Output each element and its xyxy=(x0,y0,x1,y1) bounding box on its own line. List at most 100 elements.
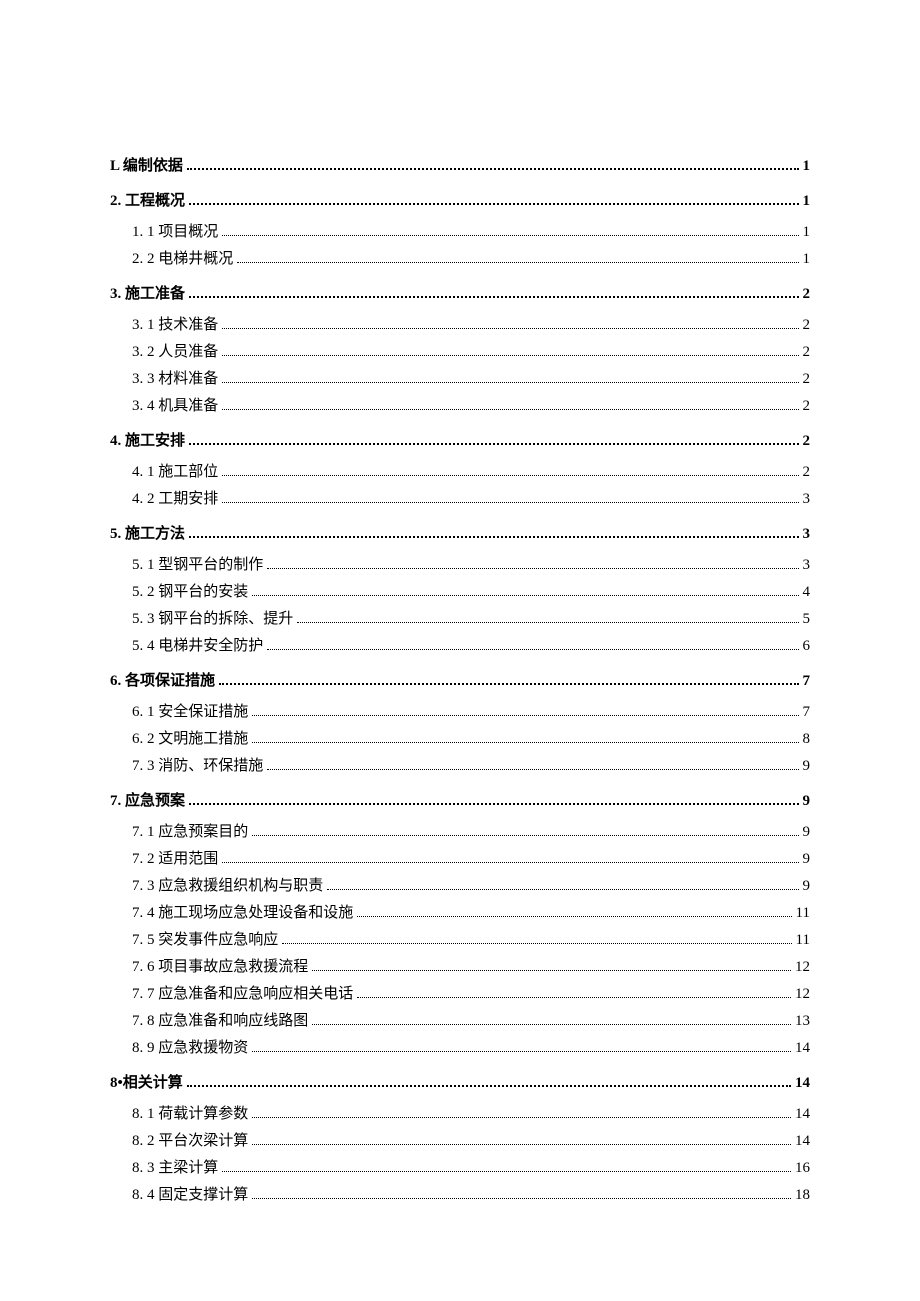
toc-section: 4. 施工安排 2 4. 1 施工部位2 4. 2 工期安排3 xyxy=(110,429,810,508)
toc-leader-dots xyxy=(252,595,798,596)
toc-entry-page: 9 xyxy=(803,824,811,841)
toc-section: 6. 各项保证措施 7 6. 1 安全保证措施7 6. 2 文明施工措施8 7. 3 消… xyxy=(110,669,810,775)
toc-entry-level2[interactable]: 5. 1 型钢平台的制作3 xyxy=(110,553,810,574)
toc-leader-dots xyxy=(357,997,791,998)
toc-entry-page: 9 xyxy=(803,878,811,895)
toc-entry-label: 3. 1 技术准备 xyxy=(132,313,218,334)
toc-entry-label: 5. 2 钢平台的安装 xyxy=(132,580,248,601)
toc-entry-page: 3 xyxy=(803,557,811,574)
toc-entry-page: 2 xyxy=(803,433,811,450)
toc-entry-label: 7. 7 应急准备和应急响应相关电话 xyxy=(132,982,353,1003)
toc-entry-level2[interactable]: 7. 7 应急准备和应急响应相关电话 12 xyxy=(110,982,810,1003)
toc-entry-level2[interactable]: 7. 6 项目事故应急救援流程 12 xyxy=(110,955,810,976)
toc-entry-level2[interactable]: 4. 1 施工部位2 xyxy=(110,460,810,481)
toc-entry-page: 12 xyxy=(795,959,810,976)
toc-entry-label: 4. 施工安排 xyxy=(110,429,185,450)
toc-entry-level2[interactable]: 5. 4 电梯井安全防护6 xyxy=(110,634,810,655)
toc-entry-level1[interactable]: L 编制依据1 xyxy=(110,154,810,175)
toc-entry-label: 7. 4 施工现场应急处理设备和设施 xyxy=(132,901,353,922)
toc-entry-label: 4. 1 施工部位 xyxy=(132,460,218,481)
toc-entry-level2[interactable]: 7. 1 应急预案目的9 xyxy=(110,820,810,841)
toc-entry-page: 18 xyxy=(795,1187,810,1204)
toc-entry-level2[interactable]: 8. 9 应急救援物资14 xyxy=(110,1036,810,1057)
toc-entry-level2[interactable]: 6. 1 安全保证措施7 xyxy=(110,700,810,721)
toc-entry-page: 6 xyxy=(803,638,811,655)
toc-leader-dots xyxy=(327,889,798,890)
toc-entry-label: 4. 2 工期安排 xyxy=(132,487,218,508)
toc-entry-level2[interactable]: 5. 3 钢平台的拆除、提升5 xyxy=(110,607,810,628)
toc-entry-level2[interactable]: 3. 1 技术准备 2 xyxy=(110,313,810,334)
toc-leader-dots xyxy=(252,1051,791,1052)
toc-entry-level2[interactable]: 7. 8 应急准备和响应线路图13 xyxy=(110,1009,810,1030)
toc-entry-level1[interactable]: 6. 各项保证措施 7 xyxy=(110,669,810,690)
toc-entry-level2[interactable]: 5. 2 钢平台的安装 4 xyxy=(110,580,810,601)
toc-entry-level2[interactable]: 7. 2 适用范围9 xyxy=(110,847,810,868)
toc-entry-label: 2. 2 电梯井概况 xyxy=(132,247,233,268)
toc-entry-page: 11 xyxy=(796,905,810,922)
toc-entry-page: 7 xyxy=(803,673,811,690)
toc-entry-level2[interactable]: 8. 4 固定支撑计算18 xyxy=(110,1183,810,1204)
toc-leader-dots xyxy=(187,1085,791,1087)
toc-entry-page: 2 xyxy=(803,317,811,334)
toc-leader-dots xyxy=(267,649,798,650)
toc-leader-dots xyxy=(222,1171,791,1172)
toc-entry-page: 11 xyxy=(796,932,810,949)
toc-entry-label: 1. 1 项目概况 xyxy=(132,220,218,241)
toc-leader-dots xyxy=(312,970,791,971)
toc-entry-page: 1 xyxy=(803,158,811,175)
toc-section: 5. 施工方法3 5. 1 型钢平台的制作3 5. 2 钢平台的安装 4 5. 3 钢平… xyxy=(110,522,810,655)
toc-leader-dots xyxy=(222,502,798,503)
toc-entry-page: 1 xyxy=(803,193,811,210)
toc-leader-dots xyxy=(297,622,798,623)
toc-entry-level1[interactable]: 5. 施工方法3 xyxy=(110,522,810,543)
toc-leader-dots xyxy=(222,382,798,383)
toc-leader-dots xyxy=(189,296,798,298)
toc-entry-level2[interactable]: 7. 4 施工现场应急处理设备和设施 11 xyxy=(110,901,810,922)
toc-entry-page: 1 xyxy=(803,251,811,268)
toc-entry-page: 12 xyxy=(795,986,810,1003)
toc-entry-level2[interactable]: 2. 2 电梯井概况 1 xyxy=(110,247,810,268)
toc-leader-dots xyxy=(187,168,799,170)
toc-entry-page: 8 xyxy=(803,731,811,748)
toc-entry-label: 7. 2 适用范围 xyxy=(132,847,218,868)
toc-entry-level2[interactable]: 1. 1 项目概况 1 xyxy=(110,220,810,241)
toc-entry-label: 3. 施工准备 xyxy=(110,282,185,303)
toc-entry-level1[interactable]: 3. 施工准备2 xyxy=(110,282,810,303)
toc-entry-level1[interactable]: 8•相关计算14 xyxy=(110,1071,810,1092)
toc-leader-dots xyxy=(252,1198,791,1199)
toc-leader-dots xyxy=(222,328,798,329)
toc-entry-level2[interactable]: 7. 5 突发事件应急响应11 xyxy=(110,928,810,949)
toc-leader-dots xyxy=(222,355,798,356)
toc-entry-label: 6. 各项保证措施 xyxy=(110,669,215,690)
toc-section: 3. 施工准备23. 1 技术准备23. 2 人员准备23. 3 材料准备23.… xyxy=(110,282,810,415)
toc-entry-label: 7. 6 项目事故应急救援流程 xyxy=(132,955,308,976)
toc-entry-level1[interactable]: 2. 工程概况1 xyxy=(110,189,810,210)
toc-entry-level1[interactable]: 4. 施工安排 2 xyxy=(110,429,810,450)
toc-entry-label: 8. 9 应急救援物资 xyxy=(132,1036,248,1057)
toc-entry-level2[interactable]: 3. 4 机具准备2 xyxy=(110,394,810,415)
toc-entry-level2[interactable]: 4. 2 工期安排3 xyxy=(110,487,810,508)
toc-leader-dots xyxy=(237,262,798,263)
toc-leader-dots xyxy=(357,916,791,917)
toc-entry-level2[interactable]: 6. 2 文明施工措施8 xyxy=(110,727,810,748)
toc-leader-dots xyxy=(252,742,798,743)
toc-section: L 编制依据1 xyxy=(110,154,810,175)
toc-entry-label: 3. 3 材料准备 xyxy=(132,367,218,388)
toc-entry-label: 7. 3 消防、环保措施 xyxy=(132,754,263,775)
toc-leader-dots xyxy=(252,1117,791,1118)
toc-leader-dots xyxy=(219,683,798,685)
toc-leader-dots xyxy=(189,443,798,445)
toc-entry-level2[interactable]: 7. 3 应急救援组织机构与职责9 xyxy=(110,874,810,895)
toc-entry-level2[interactable]: 8. 2 平台次梁计算14 xyxy=(110,1129,810,1150)
toc-entry-level2[interactable]: 3. 2 人员准备2 xyxy=(110,340,810,361)
toc-leader-dots xyxy=(189,803,798,805)
toc-entry-level2[interactable]: 3. 3 材料准备2 xyxy=(110,367,810,388)
toc-entry-page: 4 xyxy=(803,584,811,601)
toc-entry-page: 1 xyxy=(803,224,811,241)
toc-section: 8•相关计算14 8. 1 荷载计算参数14 8. 2 平台次梁计算14 8. 3 主… xyxy=(110,1071,810,1204)
toc-entry-level2[interactable]: 7. 3 消防、环保措施9 xyxy=(110,754,810,775)
toc-leader-dots xyxy=(252,1144,791,1145)
toc-entry-level2[interactable]: 8. 3 主梁计算16 xyxy=(110,1156,810,1177)
toc-entry-level2[interactable]: 8. 1 荷载计算参数14 xyxy=(110,1102,810,1123)
toc-entry-level1[interactable]: 7. 应急预案9 xyxy=(110,789,810,810)
